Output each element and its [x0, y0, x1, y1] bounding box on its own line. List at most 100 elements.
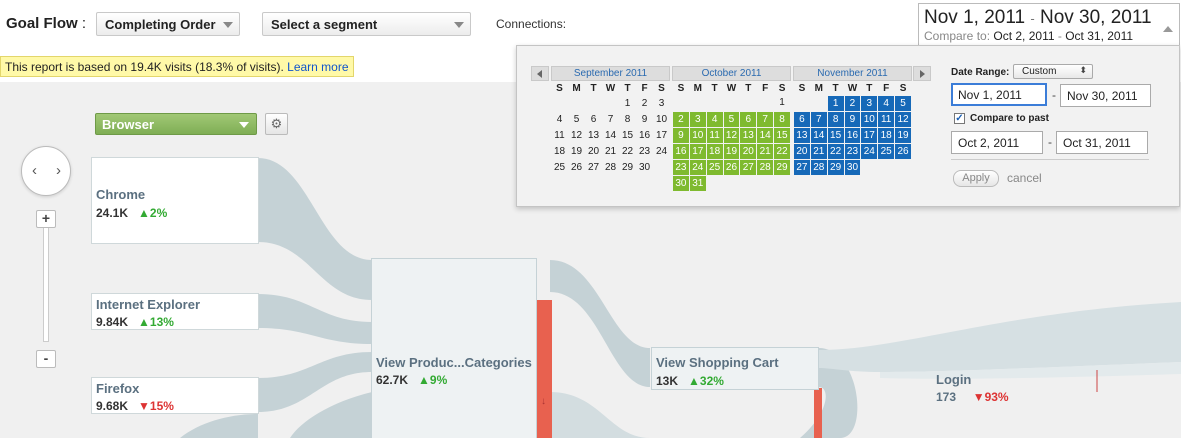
calendar-day[interactable]: 17 [653, 127, 670, 143]
calendar-day[interactable]: 24 [688, 158, 707, 176]
calendar-day[interactable]: 30 [636, 159, 653, 175]
node-internet-explorer[interactable]: Internet Explorer 9.84K ▲13% [91, 293, 259, 330]
calendar-day[interactable]: 20 [739, 142, 758, 160]
pan-left-icon[interactable]: ‹ [32, 162, 37, 179]
calendar-day[interactable]: 22 [826, 142, 845, 160]
calendar-day[interactable]: 18 [551, 143, 568, 159]
calendar-day[interactable]: 1 [826, 94, 845, 112]
calendar-day[interactable]: 15 [619, 127, 636, 143]
calendar-day[interactable]: 30 [843, 158, 862, 176]
compare-start-input[interactable]: Oct 2, 2011 [951, 131, 1043, 154]
zoom-in-button[interactable]: + [36, 210, 56, 228]
calendar-day[interactable]: 11 [877, 110, 896, 128]
calendar-day[interactable]: 5 [568, 111, 585, 127]
calendar-day[interactable]: 12 [722, 126, 741, 144]
calendar-day[interactable]: 24 [860, 142, 879, 160]
next-month-icon[interactable] [913, 66, 931, 81]
calendar-day[interactable]: 8 [826, 110, 845, 128]
calendar-day[interactable]: 12 [568, 127, 585, 143]
dimension-select[interactable]: Browser [95, 113, 257, 135]
calendar-day[interactable]: 29 [773, 158, 791, 176]
learn-more-link[interactable]: Learn more [287, 60, 348, 74]
calendar-day[interactable]: 19 [568, 143, 585, 159]
calendar-day[interactable]: 11 [705, 126, 724, 144]
calendar-day[interactable]: 5 [894, 94, 912, 112]
calendar-day[interactable]: 15 [773, 126, 791, 144]
calendar-day[interactable]: 1 [774, 95, 791, 111]
gear-icon[interactable]: ⚙ [265, 113, 288, 135]
node-chrome[interactable]: Chrome 24.1K ▲2% [91, 157, 259, 244]
goal-select[interactable]: Completing Order [96, 12, 240, 36]
calendar-day[interactable]: 25 [877, 142, 896, 160]
calendar-day[interactable]: 13 [585, 127, 602, 143]
calendar-day[interactable]: 24 [653, 143, 670, 159]
calendar-day[interactable]: 16 [636, 127, 653, 143]
calendar-day[interactable]: 13 [739, 126, 758, 144]
calendar-day[interactable]: 7 [756, 110, 775, 128]
calendar-day[interactable]: 9 [843, 110, 862, 128]
calendar-day[interactable]: 29 [619, 159, 636, 175]
calendar-day[interactable]: 9 [672, 126, 690, 144]
calendar-day[interactable]: 3 [860, 94, 879, 112]
calendar-day[interactable]: 14 [809, 126, 828, 144]
calendar-day[interactable]: 6 [793, 110, 811, 128]
calendar-day[interactable]: 19 [894, 126, 912, 144]
end-date-input[interactable]: Nov 30, 2011 [1060, 84, 1151, 107]
calendar-day[interactable]: 15 [826, 126, 845, 144]
calendar-day[interactable]: 17 [688, 142, 707, 160]
prev-month-icon[interactable] [531, 66, 549, 81]
calendar-day[interactable]: 18 [877, 126, 896, 144]
calendar-day[interactable]: 21 [809, 142, 828, 160]
calendar-day[interactable]: 31 [688, 174, 707, 192]
pan-control[interactable]: ‹ › [21, 146, 71, 196]
calendar-day[interactable]: 3 [653, 95, 670, 111]
date-range-select[interactable]: Custom ⬍ [1013, 64, 1093, 79]
calendar-day[interactable]: 2 [672, 110, 690, 128]
date-range-picker[interactable]: Nov 1, 2011 - Nov 30, 2011 Compare to: O… [918, 3, 1180, 46]
calendar-day[interactable]: 23 [672, 158, 690, 176]
calendar-day[interactable]: 22 [619, 143, 636, 159]
calendar-day[interactable]: 2 [843, 94, 862, 112]
calendar-day[interactable]: 26 [722, 158, 741, 176]
calendar-day[interactable]: 23 [843, 142, 862, 160]
calendar-day[interactable]: 9 [636, 111, 653, 127]
calendar-day[interactable]: 12 [894, 110, 912, 128]
apply-button[interactable]: Apply [953, 170, 999, 187]
calendar-day[interactable]: 8 [619, 111, 636, 127]
compare-checkbox[interactable]: ✓ [954, 113, 965, 124]
node-view-products[interactable]: View Produc...Categories 62.7K ▲9% [371, 258, 537, 438]
calendar-day[interactable]: 6 [739, 110, 758, 128]
calendar-day[interactable]: 1 [619, 95, 636, 111]
calendar-day[interactable]: 22 [773, 142, 791, 160]
calendar-day[interactable]: 20 [793, 142, 811, 160]
calendar-day[interactable]: 26 [894, 142, 912, 160]
calendar-day[interactable]: 4 [705, 110, 724, 128]
calendar-day[interactable]: 18 [705, 142, 724, 160]
calendar-day[interactable]: 13 [793, 126, 811, 144]
calendar-day[interactable]: 20 [585, 143, 602, 159]
calendar-day[interactable]: 27 [793, 158, 811, 176]
calendar-day[interactable]: 4 [877, 94, 896, 112]
calendar-day[interactable]: 7 [602, 111, 619, 127]
calendar-day[interactable]: 21 [756, 142, 775, 160]
calendar-day[interactable]: 30 [672, 174, 690, 192]
segment-select[interactable]: Select a segment [262, 12, 471, 36]
node-firefox[interactable]: Firefox 9.68K ▼15% [91, 377, 259, 414]
pan-right-icon[interactable]: › [56, 162, 61, 179]
calendar-day[interactable]: 27 [739, 158, 758, 176]
calendar-day[interactable]: 29 [826, 158, 845, 176]
calendar-day[interactable]: 19 [722, 142, 741, 160]
calendar-day[interactable]: 10 [860, 110, 879, 128]
chevron-up-icon[interactable] [1163, 26, 1173, 32]
cancel-link[interactable]: cancel [1007, 171, 1042, 185]
compare-end-input[interactable]: Oct 31, 2011 [1056, 131, 1148, 154]
calendar-day[interactable]: 10 [653, 111, 670, 127]
calendar-day[interactable]: 11 [551, 127, 568, 143]
calendar-day[interactable]: 28 [809, 158, 828, 176]
calendar-day[interactable]: 17 [860, 126, 879, 144]
calendar-day[interactable]: 27 [585, 159, 602, 175]
calendar-day[interactable]: 4 [551, 111, 568, 127]
calendar-day[interactable]: 14 [602, 127, 619, 143]
calendar-day[interactable]: 25 [551, 159, 568, 175]
node-view-shopping-cart[interactable]: View Shopping Cart 13K ▲32% [651, 347, 819, 390]
